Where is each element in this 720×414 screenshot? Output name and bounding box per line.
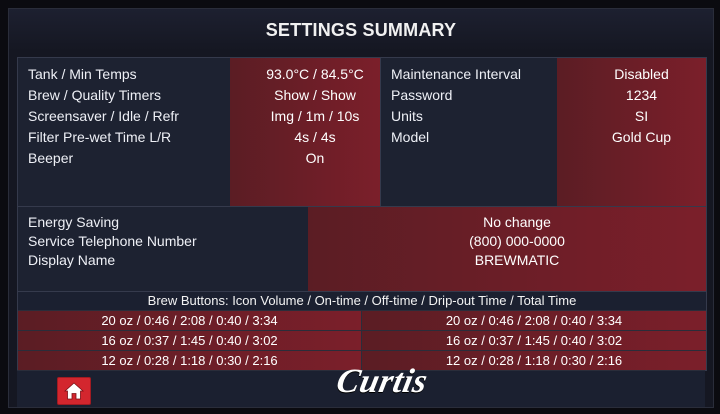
setting-value: BREWMATIC xyxy=(474,252,560,268)
setting-row-energy-saving: Energy Saving No change xyxy=(28,213,696,232)
setting-row-brew-quality-timers: Brew / Quality Timers Show / Show xyxy=(28,85,370,106)
setting-label: Tank / Min Temps xyxy=(28,66,137,82)
setting-row-beeper: Beeper On xyxy=(28,148,370,169)
setting-row-tank-min-temps: Tank / Min Temps 93.0°C / 84.5°C xyxy=(28,64,370,85)
service-settings-list: Energy Saving No change Service Telephon… xyxy=(28,213,696,270)
setting-label: Beeper xyxy=(28,150,74,166)
brew-entry-right-16oz: 16 oz / 0:37 / 1:45 / 0:40 / 3:02 xyxy=(362,330,706,350)
setting-label: Maintenance Interval xyxy=(391,66,521,82)
setting-value: On xyxy=(305,150,325,166)
setting-value: No change xyxy=(483,214,551,230)
setting-value: Img / 1m / 10s xyxy=(270,108,360,124)
setting-row-units: Units SI xyxy=(391,106,696,127)
setting-row-screensaver: Screensaver / Idle / Refr Img / 1m / 10s xyxy=(28,106,370,127)
setting-label: Brew / Quality Timers xyxy=(28,87,162,103)
setting-row-filter-prewet: Filter Pre-wet Time L/R 4s / 4s xyxy=(28,127,370,148)
setting-value: Gold Cup xyxy=(611,129,672,145)
brew-buttons-header: Brew Buttons: Icon Volume / On-time / Of… xyxy=(18,292,706,310)
setting-value: Disabled xyxy=(614,66,669,82)
setting-row-maintenance-interval: Maintenance Interval Disabled xyxy=(391,64,696,85)
general-settings-list: Tank / Min Temps 93.0°C / 84.5°C Brew / … xyxy=(28,64,370,169)
page-title: SETTINGS SUMMARY xyxy=(9,9,713,51)
setting-value: 93.0°C / 84.5°C xyxy=(266,66,364,82)
home-icon xyxy=(64,382,84,400)
setting-label: Units xyxy=(391,108,423,124)
settings-summary-screen: SETTINGS SUMMARY Tank / Min Temps 93.0°C… xyxy=(8,8,714,408)
service-settings-panel: Energy Saving No change Service Telephon… xyxy=(17,206,707,292)
setting-value: 1234 xyxy=(625,87,658,103)
footer-bar: Curtis xyxy=(17,363,705,407)
setting-label: Display Name xyxy=(28,252,116,268)
home-button[interactable] xyxy=(57,377,91,405)
brew-entry-left-12oz: 12 oz / 0:28 / 1:18 / 0:30 / 2:16 xyxy=(18,350,362,370)
system-settings-list: Maintenance Interval Disabled Password 1… xyxy=(391,64,696,148)
setting-label: Filter Pre-wet Time L/R xyxy=(28,129,172,145)
setting-label: Screensaver / Idle / Refr xyxy=(28,108,179,124)
general-settings-panel: Tank / Min Temps 93.0°C / 84.5°C Brew / … xyxy=(17,57,381,207)
setting-value: 4s / 4s xyxy=(294,129,336,145)
brand-logo: Curtis xyxy=(333,363,431,400)
brew-entry-left-16oz: 16 oz / 0:37 / 1:45 / 0:40 / 3:02 xyxy=(18,330,362,350)
brew-buttons-table: 20 oz / 0:46 / 2:08 / 0:40 / 3:34 20 oz … xyxy=(18,310,706,370)
brew-entry-right-20oz: 20 oz / 0:46 / 2:08 / 0:40 / 3:34 xyxy=(362,310,706,330)
setting-row-service-phone: Service Telephone Number (800) 000-0000 xyxy=(28,232,696,251)
brew-buttons-panel: Brew Buttons: Icon Volume / On-time / Of… xyxy=(17,291,707,371)
setting-value: Show / Show xyxy=(274,87,356,103)
setting-label: Password xyxy=(391,87,453,103)
setting-value: (800) 000-0000 xyxy=(469,233,565,249)
setting-row-password: Password 1234 xyxy=(391,85,696,106)
setting-label: Model xyxy=(391,129,430,145)
brew-entry-left-20oz: 20 oz / 0:46 / 2:08 / 0:40 / 3:34 xyxy=(18,310,362,330)
setting-value: SI xyxy=(634,108,649,124)
system-settings-panel: Maintenance Interval Disabled Password 1… xyxy=(380,57,707,207)
setting-label: Energy Saving xyxy=(28,214,120,230)
setting-row-model: Model Gold Cup xyxy=(391,127,696,148)
setting-label: Service Telephone Number xyxy=(28,233,197,249)
setting-row-display-name: Display Name BREWMATIC xyxy=(28,251,696,270)
